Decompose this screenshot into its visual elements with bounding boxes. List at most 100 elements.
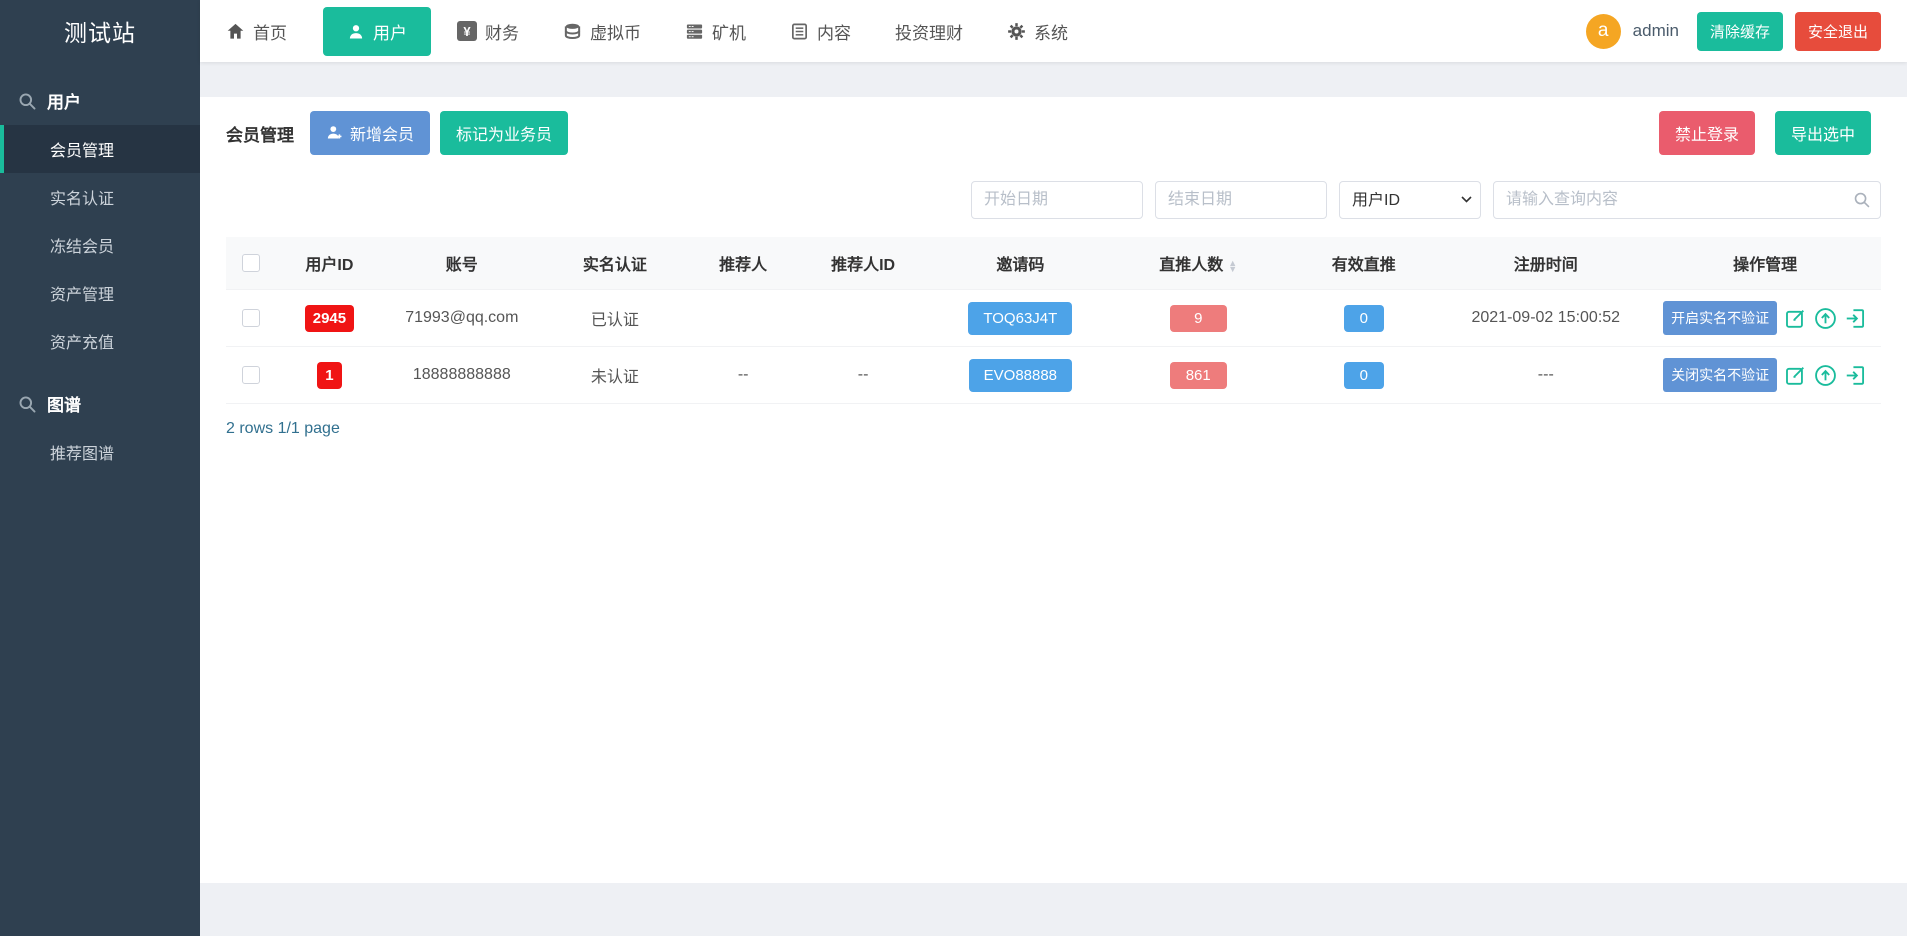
start-date-input[interactable] bbox=[971, 181, 1143, 219]
sidebar-section-graph-header[interactable]: 图谱 bbox=[0, 379, 200, 428]
nav-item-miners[interactable]: 矿机 bbox=[685, 19, 746, 44]
mark-salesman-button[interactable]: 标记为业务员 bbox=[440, 111, 568, 155]
user-icon bbox=[347, 21, 365, 41]
sidebar-section-label: 图谱 bbox=[47, 391, 81, 416]
clear-cache-button[interactable]: 清除缓存 bbox=[1697, 12, 1783, 51]
upload-icon[interactable] bbox=[1814, 364, 1837, 387]
yen-icon: ¥ bbox=[457, 21, 477, 41]
table-header-row: 用户ID 账号 实名认证 推荐人 推荐人ID 邀请码 直推人数▲▼ 有效直推 注… bbox=[226, 237, 1881, 290]
sort-icon[interactable]: ▲▼ bbox=[1228, 260, 1237, 272]
add-member-button[interactable]: 新增会员 bbox=[310, 111, 430, 155]
header-actions: 操作管理 bbox=[1649, 237, 1881, 290]
app-title: 测试站 bbox=[0, 0, 200, 62]
end-date-input[interactable] bbox=[1155, 181, 1327, 219]
header-referrer-id: 推荐人ID bbox=[797, 237, 929, 290]
action-cell: 关闭实名不验证 bbox=[1653, 358, 1877, 392]
sidebar-section-users-header[interactable]: 用户 bbox=[0, 76, 200, 125]
nav-item-content[interactable]: 内容 bbox=[790, 19, 851, 44]
invite-code-button[interactable]: TOQ63J4T bbox=[968, 302, 1072, 335]
select-all-checkbox[interactable] bbox=[242, 254, 260, 272]
header-direct-count: 直推人数▲▼ bbox=[1111, 237, 1285, 290]
row-checkbox[interactable] bbox=[242, 309, 260, 327]
direct-count-badge: 861 bbox=[1170, 362, 1227, 389]
avatar[interactable]: a bbox=[1586, 14, 1621, 49]
sidebar: 测试站 用户 会员管理 实名认证 冻结会员 资产管理 资产充值 图谱 推荐图谱 bbox=[0, 0, 200, 936]
search-icon bbox=[18, 90, 37, 110]
sidebar-item-realname-auth[interactable]: 实名认证 bbox=[0, 173, 200, 221]
toolbar: 会员管理 新增会员 标记为业务员 禁止登录 导出选中 bbox=[226, 111, 1881, 155]
edit-icon[interactable] bbox=[1784, 307, 1807, 330]
header-realname: 实名认证 bbox=[540, 237, 689, 290]
valid-direct-badge: 0 bbox=[1344, 305, 1384, 332]
navbar-right: a admin 清除缓存 安全退出 bbox=[1586, 12, 1881, 51]
field-select[interactable]: 用户ID bbox=[1339, 181, 1481, 219]
referrer-cell bbox=[689, 290, 797, 347]
sidebar-item-referral-graph[interactable]: 推荐图谱 bbox=[0, 428, 200, 476]
nav-item-investment[interactable]: 投资理财 bbox=[895, 19, 963, 44]
action-cell: 开启实名不验证 bbox=[1653, 301, 1877, 335]
nav-item-finance[interactable]: ¥ 财务 bbox=[457, 19, 519, 44]
sidebar-section-label: 用户 bbox=[47, 88, 81, 113]
user-id-badge: 1 bbox=[317, 362, 341, 389]
invite-code-button[interactable]: EVO88888 bbox=[969, 359, 1072, 392]
realname-cell: 已认证 bbox=[540, 290, 689, 347]
login-as-icon[interactable] bbox=[1844, 307, 1867, 330]
account-cell: 71993@qq.com bbox=[383, 290, 540, 347]
page-title: 会员管理 bbox=[226, 121, 294, 146]
valid-direct-badge: 0 bbox=[1344, 362, 1384, 389]
forbid-login-button[interactable]: 禁止登录 bbox=[1659, 111, 1755, 155]
register-time-cell: 2021-09-02 15:00:52 bbox=[1442, 290, 1649, 347]
toggle-realname-button[interactable]: 关闭实名不验证 bbox=[1663, 358, 1777, 392]
edit-icon[interactable] bbox=[1784, 364, 1807, 387]
realname-cell: 未认证 bbox=[540, 347, 689, 404]
toolbar-right: 禁止登录 导出选中 bbox=[1659, 111, 1881, 155]
document-icon bbox=[790, 21, 809, 41]
toggle-realname-button[interactable]: 开启实名不验证 bbox=[1663, 301, 1777, 335]
search-input[interactable] bbox=[1493, 181, 1881, 219]
nav-item-system[interactable]: 系统 bbox=[1007, 19, 1068, 44]
export-selected-button[interactable]: 导出选中 bbox=[1775, 111, 1871, 155]
search-icon bbox=[18, 393, 37, 413]
referrer-id-cell: -- bbox=[797, 347, 929, 404]
table-row: 1 18888888888 未认证 -- -- EVO88888 861 0 -… bbox=[226, 347, 1881, 404]
server-icon bbox=[685, 21, 704, 41]
search-wrap bbox=[1493, 181, 1881, 219]
header-invite-code: 邀请码 bbox=[929, 237, 1111, 290]
nav-item-users[interactable]: 用户 bbox=[323, 7, 431, 56]
sidebar-section-users: 用户 会员管理 实名认证 冻结会员 资产管理 资产充值 bbox=[0, 76, 200, 365]
header-account: 账号 bbox=[383, 237, 540, 290]
user-id-badge: 2945 bbox=[305, 305, 354, 332]
home-icon bbox=[226, 21, 245, 41]
account-cell: 18888888888 bbox=[383, 347, 540, 404]
referrer-cell: -- bbox=[689, 347, 797, 404]
header-valid-direct: 有效直推 bbox=[1285, 237, 1442, 290]
add-user-icon bbox=[326, 124, 343, 142]
login-as-icon[interactable] bbox=[1844, 364, 1867, 387]
row-checkbox[interactable] bbox=[242, 366, 260, 384]
top-navbar: 首页 用户 ¥ 财务 虚拟币 bbox=[200, 0, 1907, 62]
sidebar-item-asset-recharge[interactable]: 资产充值 bbox=[0, 317, 200, 365]
register-time-cell: --- bbox=[1442, 347, 1649, 404]
table-row: 2945 71993@qq.com 已认证 TOQ63J4T 9 0 2021-… bbox=[226, 290, 1881, 347]
app-layout: 测试站 用户 会员管理 实名认证 冻结会员 资产管理 资产充值 图谱 推荐图谱 bbox=[0, 0, 1907, 936]
content-card: 会员管理 新增会员 标记为业务员 禁止登录 导出选中 bbox=[200, 97, 1907, 883]
logout-button[interactable]: 安全退出 bbox=[1795, 12, 1881, 51]
header-user-id: 用户ID bbox=[276, 237, 384, 290]
username[interactable]: admin bbox=[1633, 21, 1679, 41]
referrer-id-cell bbox=[797, 290, 929, 347]
nav-item-crypto[interactable]: 虚拟币 bbox=[563, 19, 641, 44]
sidebar-item-member-management[interactable]: 会员管理 bbox=[0, 125, 200, 173]
filter-row: 用户ID bbox=[226, 181, 1881, 219]
coins-icon bbox=[563, 21, 582, 41]
members-table: 用户ID 账号 实名认证 推荐人 推荐人ID 邀请码 直推人数▲▼ 有效直推 注… bbox=[226, 237, 1881, 404]
field-select-wrap: 用户ID bbox=[1339, 181, 1481, 219]
sidebar-item-frozen-members[interactable]: 冻结会员 bbox=[0, 221, 200, 269]
direct-count-badge: 9 bbox=[1170, 305, 1227, 332]
main-area: 首页 用户 ¥ 财务 虚拟币 bbox=[200, 0, 1907, 936]
nav-item-home[interactable]: 首页 bbox=[226, 19, 287, 44]
header-register-time: 注册时间 bbox=[1442, 237, 1649, 290]
sidebar-item-asset-management[interactable]: 资产管理 bbox=[0, 269, 200, 317]
pagination-summary: 2 rows 1/1 page bbox=[226, 420, 1881, 438]
sidebar-section-graph: 图谱 推荐图谱 bbox=[0, 379, 200, 476]
upload-icon[interactable] bbox=[1814, 307, 1837, 330]
